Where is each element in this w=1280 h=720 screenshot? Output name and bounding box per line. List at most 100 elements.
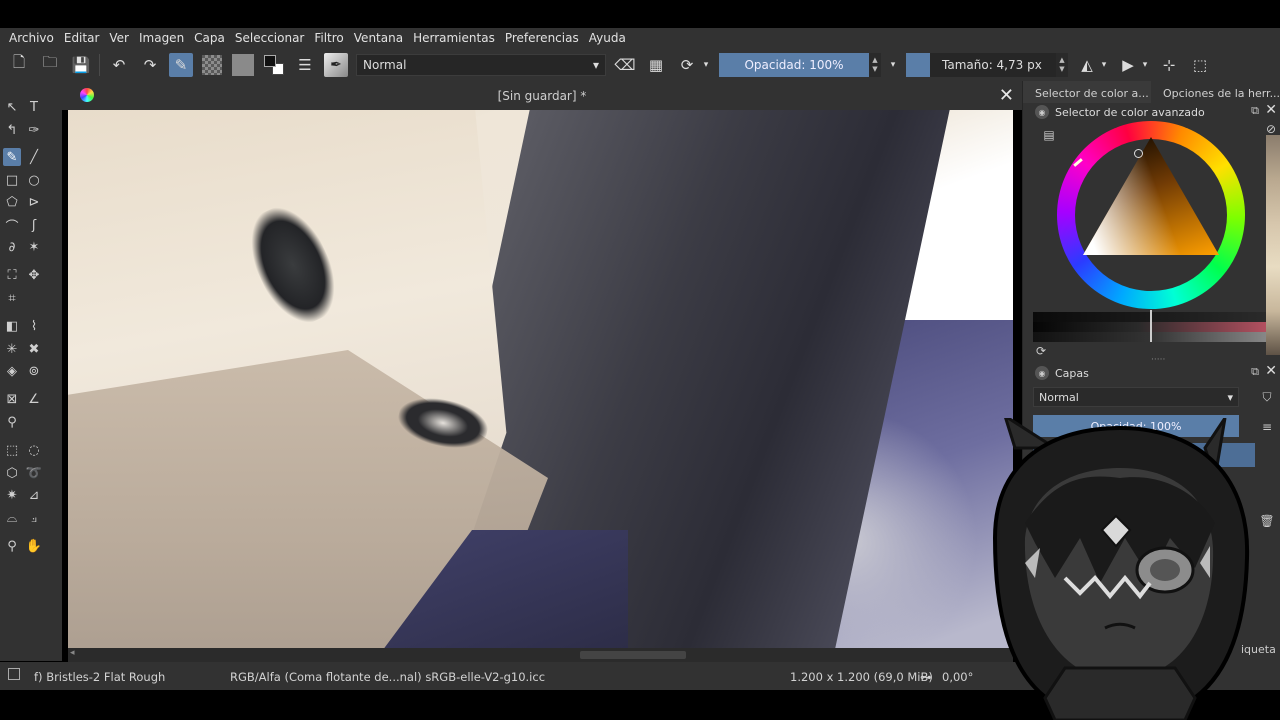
reference-images-icon[interactable]: ⚲ (3, 413, 21, 431)
layers-menu-icon[interactable]: ≡ (1259, 419, 1275, 435)
tab-color-selector[interactable]: Selector de color a... (1023, 81, 1151, 103)
open-folder-icon[interactable]: 🗀 (38, 53, 62, 77)
magnetic-select-icon[interactable]: ⟓ (25, 509, 43, 527)
menu-capa[interactable]: Capa (189, 31, 230, 45)
fill-gradients-icon[interactable] (200, 53, 224, 77)
filter-icon[interactable]: ⛉ (1259, 389, 1275, 405)
calligraphy-icon[interactable]: ✑ (25, 121, 43, 139)
float-panel-icon[interactable]: ⧉ (1251, 104, 1259, 118)
layers-float-icon[interactable]: ⧉ (1251, 365, 1259, 379)
fg-bg-color-icon[interactable] (262, 53, 286, 77)
text-tool-icon[interactable]: T (25, 98, 43, 116)
polygon-tool-icon[interactable]: ⬠ (3, 193, 21, 211)
mirror-v-chevron-icon[interactable]: ▾ (1140, 53, 1150, 77)
lock-icon[interactable]: ◉ (1035, 105, 1049, 119)
multibrush-icon[interactable]: ✶ (25, 238, 43, 256)
mirror-vertical-icon[interactable]: ▶ (1116, 53, 1140, 77)
smart-patch-icon[interactable]: ✖ (25, 340, 43, 358)
pan-tool-icon[interactable]: ✋ (25, 537, 43, 555)
opacity-slider[interactable]: Opacidad: 100% (719, 52, 869, 77)
palette-strip[interactable] (1266, 135, 1280, 355)
brush-settings-icon[interactable]: ☰ (293, 53, 317, 77)
freehand-select-icon[interactable]: ➰ (25, 464, 43, 482)
canvas-only-icon[interactable]: ⬚ (1188, 53, 1212, 77)
menu-archivo[interactable]: Archivo (4, 31, 59, 45)
menu-preferencias[interactable]: Preferencias (500, 31, 584, 45)
menu-ventana[interactable]: Ventana (349, 31, 408, 45)
menu-ver[interactable]: Ver (104, 31, 134, 45)
undo-icon[interactable]: ↶ (107, 53, 131, 77)
close-panel-icon[interactable]: ✕ (1265, 102, 1277, 118)
select-shapes-icon[interactable]: ↖ (3, 98, 21, 116)
horizontal-scrollbar[interactable]: ◂ (68, 648, 1013, 662)
move-tool-icon[interactable]: ✥ (25, 266, 43, 284)
save-icon[interactable]: 💾 (69, 53, 93, 77)
freehand-brush-icon[interactable]: ✎ (3, 148, 21, 166)
canvas[interactable] (68, 110, 1013, 648)
brush-preview-icon[interactable] (8, 668, 20, 680)
refresh-icon[interactable]: ⟳ (1033, 343, 1049, 359)
fill-patterns-icon[interactable] (231, 53, 255, 77)
dynamic-brush-icon[interactable]: ∂ (3, 238, 21, 256)
new-document-icon[interactable]: 🗋 (7, 53, 31, 77)
color-selection-marker[interactable] (1134, 149, 1143, 158)
brush-editor-icon[interactable]: ✎ (169, 52, 193, 77)
measure-tool-icon[interactable]: ∠ (25, 390, 43, 408)
polyline-tool-icon[interactable]: ⊳ (25, 193, 43, 211)
reload-menu-chevron-icon[interactable]: ▾ (701, 53, 711, 77)
fill-tool-icon[interactable]: ◈ (3, 362, 21, 380)
wrap-around-icon[interactable]: ⊹ (1157, 53, 1181, 77)
polygon-select-icon[interactable]: ⬡ (3, 464, 21, 482)
line-tool-icon[interactable]: ╱ (25, 148, 43, 166)
bezier-select-icon[interactable]: ⌓ (3, 509, 21, 527)
menu-imagen[interactable]: Imagen (134, 31, 189, 45)
zoom-tool-icon[interactable]: ⚲ (3, 537, 21, 555)
color-sampler-icon[interactable]: ⌇ (25, 317, 43, 335)
redo-icon[interactable]: ↷ (138, 53, 162, 77)
delete-layer-icon[interactable]: 🗑 (1259, 513, 1275, 529)
size-slider[interactable]: Tamaño: 4,73 px (906, 52, 1056, 77)
freehand-path-icon[interactable]: ʃ (25, 216, 43, 234)
crop-tool-icon[interactable]: ⌗ (3, 289, 21, 307)
edit-shapes-icon[interactable]: ↰ (3, 121, 21, 139)
bezier-tool-icon[interactable]: ⌒ (3, 216, 21, 235)
scrollbar-thumb[interactable] (580, 651, 686, 659)
scroll-left-icon[interactable]: ◂ (70, 648, 75, 658)
eraser-icon[interactable]: ⌫ (613, 53, 637, 77)
opacity-menu-chevron-icon[interactable]: ▾ (888, 53, 898, 77)
layers-lock-icon[interactable]: ◉ (1035, 366, 1049, 380)
enclose-fill-icon[interactable]: ⊚ (25, 362, 43, 380)
contiguous-select-icon[interactable]: ✷ (3, 486, 21, 504)
brush-preset-icon[interactable]: ✒ (324, 52, 348, 77)
layers-close-icon[interactable]: ✕ (1265, 363, 1277, 379)
rotation-icon[interactable]: ⊶ (920, 670, 932, 684)
close-icon[interactable]: ✕ (999, 85, 1014, 106)
alpha-lock-icon[interactable]: ▦ (644, 53, 668, 77)
ellipse-tool-icon[interactable]: ○ (25, 171, 43, 189)
menu-herramientas[interactable]: Herramientas (408, 31, 500, 45)
assistant-tool-icon[interactable]: ⊠ (3, 390, 21, 408)
menu-ayuda[interactable]: Ayuda (584, 31, 631, 45)
ellipse-select-icon[interactable]: ◌ (25, 441, 43, 459)
color-settings-icon[interactable]: ▤ (1041, 127, 1057, 143)
menu-seleccionar[interactable]: Seleccionar (230, 31, 309, 45)
mirror-horizontal-icon[interactable]: ◭ (1075, 53, 1099, 77)
rectangle-tool-icon[interactable]: □ (3, 171, 21, 189)
size-spinner[interactable]: ▲ ▼ (1056, 52, 1068, 77)
tab-tool-options[interactable]: Opciones de la herr... (1151, 81, 1280, 103)
reload-preset-icon[interactable]: ⟳ (675, 53, 699, 77)
menu-filtro[interactable]: Filtro (309, 31, 348, 45)
transform-tool-icon[interactable]: ⛶ (3, 266, 21, 284)
opacity-spinner[interactable]: ▲ ▼ (869, 52, 881, 77)
rect-select-icon[interactable]: ⬚ (3, 441, 21, 459)
gradient-tool-icon[interactable]: ◧ (3, 317, 21, 335)
colorize-mask-icon[interactable]: ✳ (3, 340, 21, 358)
mirror-h-chevron-icon[interactable]: ▾ (1099, 53, 1109, 77)
shade-marker[interactable] (1150, 310, 1152, 342)
similar-select-icon[interactable]: ⊿ (25, 486, 43, 504)
opacity-label: Opacidad: 100% (744, 57, 844, 72)
layer-blend-select[interactable]: Normal ▾ (1033, 387, 1239, 407)
document-title[interactable]: [Sin guardar] * (62, 89, 1022, 103)
menu-editar[interactable]: Editar (59, 31, 105, 45)
blend-mode-select[interactable]: Normal ▾ (356, 53, 606, 76)
